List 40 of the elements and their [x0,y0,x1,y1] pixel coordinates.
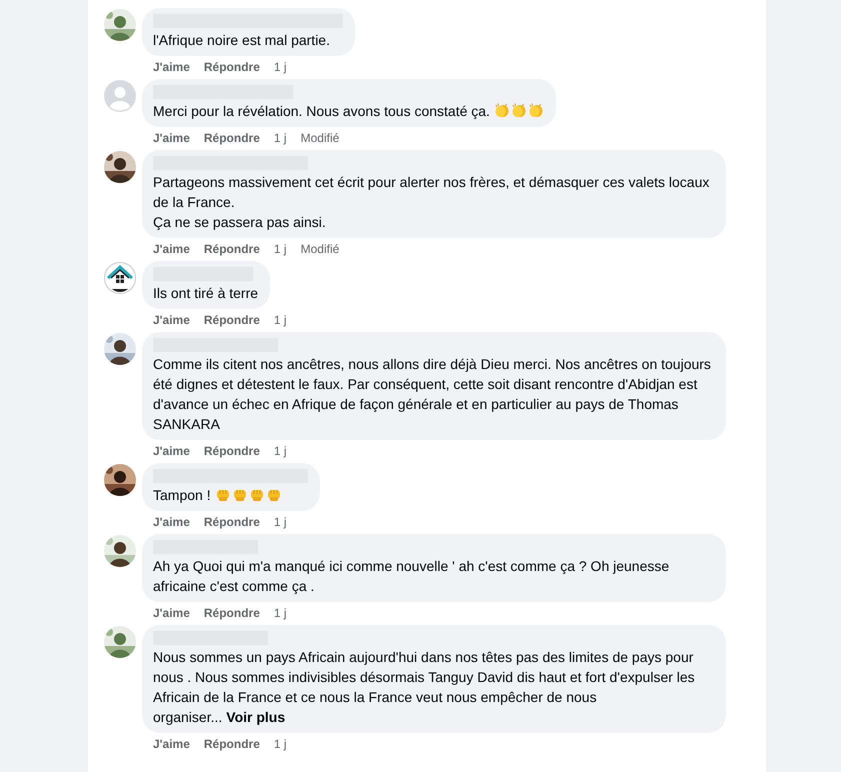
clapping-hands-icon [528,102,544,118]
comment-text: Tampon ! [153,485,308,505]
comment-action-link[interactable]: J'aime [153,130,190,146]
comment-time[interactable]: 1 j [274,443,287,459]
comment-action-link[interactable]: J'aime [153,312,190,328]
comment-action-link[interactable]: J'aime [153,514,190,530]
comment-time[interactable]: 1 j [274,605,287,621]
comment-text: l'Afrique noire est mal partie. [153,31,331,50]
clapping-hands-icon [510,102,527,118]
house-icon [104,262,136,294]
comment-action-link[interactable]: J'aime [153,736,190,752]
default-avatar-icon [104,80,136,112]
comment-text: Merci pour la révélation. Nous avons tous constaté ça. [153,101,544,121]
comment-time[interactable]: 1 j [274,514,287,530]
comment-text: Nous sommes un pays Africain aujourd'hui dans nos têtes pas des limites de pays pour nous . Nous sommes indivisibles désormais Tanguy David dis haut et fort d'expulser les Africain de la France et ce nous la France veut nous empêcher de nous organiser... Voir plus [153,648,696,727]
comment-time[interactable]: 1 j [274,736,287,752]
comment-action-link[interactable]: J'aime [153,443,190,459]
comment-action-link[interactable]: Répondre [204,443,260,459]
comment-action-link[interactable]: Répondre [204,605,260,621]
comment-action-link[interactable]: Répondre [204,241,260,257]
comment-time[interactable]: 1 j [274,241,287,257]
comment-action-link[interactable]: J'aime [153,605,190,621]
comment-time[interactable]: 1 j [274,59,287,75]
comment-text: Ah ya Quoi qui m'a manqué ici comme nouvelle ' ah c'est comme ça ? Oh jeunesse africaine c'est comme ça . [153,557,670,596]
see-more-link[interactable]: Voir plus [226,709,286,725]
comment-text: Partageons massivement cet écrit pour alerter nos frères, et démasquer ces valets locaux de la France. Ça ne se passera pas ainsi. [153,173,710,232]
comment-text: Ils ont tiré à terre [153,284,258,303]
clapping-hands-icon [494,102,510,118]
comment-action-link[interactable]: Répondre [204,312,260,328]
comment-action-link[interactable]: J'aime [153,59,190,75]
comment-action-link[interactable]: Répondre [204,514,260,530]
comment-time[interactable]: 1 j [274,312,287,328]
edited-label[interactable]: Modifié [300,130,340,146]
comment-text: Comme ils citent nos ancêtres, nous allons dire déjà Dieu merci. Nos ancêtres on toujours été dignes et détestent le faux. Par conséquent, cette soit disant rencontre d'Abidjan est d'avance un échec en Afrique de façon générale et en particulier au pays de Thomas SANKARA [153,355,712,434]
comment-action-link[interactable]: Répondre [204,59,260,75]
comment-action-link[interactable]: J'aime [153,241,190,257]
comment-time[interactable]: 1 j [274,130,287,146]
comment-action-link[interactable]: Répondre [204,736,260,752]
edited-label[interactable]: Modifié [300,241,340,257]
comment-action-link[interactable]: Répondre [204,130,260,146]
